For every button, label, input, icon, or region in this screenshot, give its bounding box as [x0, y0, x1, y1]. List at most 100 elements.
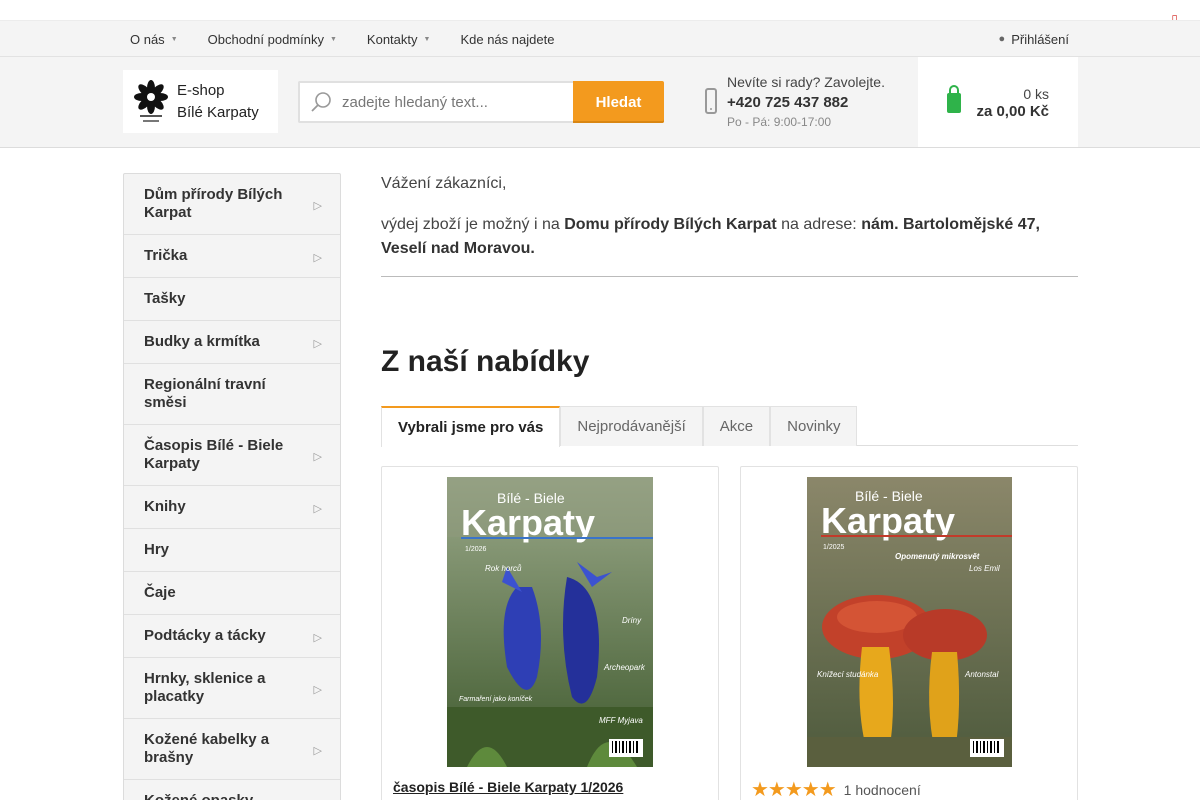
contact-headline: Nevíte si rady? Zavolejte.	[727, 74, 885, 90]
pickup-notice: výdej zboží je možný i na Domu přírody B…	[381, 213, 1078, 261]
logo[interactable]: E-shop Bílé Karpaty	[123, 70, 278, 133]
logo-text: E-shop Bílé Karpaty	[177, 80, 259, 124]
sidebar-item-label: Hrnky, sklenice a placatky	[144, 670, 266, 705]
chevron-right-icon: ▷	[313, 451, 322, 463]
chevron-down-icon: ▼	[170, 35, 178, 43]
sidebar-item-dum-prirody[interactable]: Dům přírody Bílých Karpat ▷	[124, 174, 340, 235]
sidebar-item-knihy[interactable]: Knihy ▷	[124, 486, 340, 529]
sidebar-item-podtacky[interactable]: Podtácky a tácky ▷	[124, 615, 340, 658]
section-title: Z naší nabídky	[381, 345, 590, 378]
topnav-item-label: Obchodní podmínky	[207, 31, 324, 47]
chevron-right-icon: ▷	[313, 200, 322, 212]
tab-akce[interactable]: Akce	[702, 406, 771, 446]
sidebar-item-label: Regionální travní směsi	[144, 376, 266, 411]
greeting-text: Vážení zákazníci,	[381, 175, 507, 192]
cover-label: Antonstal	[964, 670, 999, 679]
product-card[interactable]: Bílé - Biele Karpaty 1/2025 Opomenutý mi…	[740, 466, 1078, 800]
chevron-down-icon: ▼	[329, 35, 337, 43]
divider	[381, 276, 1078, 277]
cover-label: Dríny	[622, 616, 642, 625]
sidebar-item-opasky[interactable]: Kožené opasky	[124, 780, 340, 800]
chevron-right-icon: ▷	[313, 684, 322, 696]
cover-issue: 1/2026	[465, 546, 487, 553]
sidebar-item-tasky[interactable]: Tašky	[124, 278, 340, 321]
chevron-right-icon: ▷	[313, 252, 322, 264]
cover-label: Archeopark	[603, 663, 646, 672]
cover-label: MFF Myjava	[599, 716, 643, 725]
product-name-link[interactable]: časopis Bílé - Biele Karpaty 1/2026	[393, 779, 623, 795]
top-navigation: O nás ▼ Obchodní podmínky ▼ Kontakty ▼ K…	[0, 20, 1200, 57]
topnav-item-obchodni-podminky[interactable]: Obchodní podmínky ▼	[208, 32, 337, 47]
product-grid: Bílé - Biele Karpaty 1/2026 Rok horců Dr…	[381, 466, 1078, 800]
star-rating-icon: ★★★★★	[751, 779, 837, 800]
notice-place: Domu přírody Bílých Karpat	[564, 216, 777, 233]
cover-label: Opomenutý mikrosvět	[895, 552, 980, 561]
user-icon: ●	[998, 33, 1006, 45]
sidebar-item-label: Hry	[144, 541, 170, 558]
product-card[interactable]: Bílé - Biele Karpaty 1/2026 Rok horců Dr…	[381, 466, 719, 800]
cart-total: za 0,00 Kč	[976, 103, 1049, 120]
cover-label: Farmaření jako koníček	[459, 696, 533, 703]
topnav-item-o-nas[interactable]: O nás ▼	[130, 32, 178, 47]
sidebar-item-budky[interactable]: Budky a krmítka ▷	[124, 321, 340, 364]
category-sidebar: Dům přírody Bílých Karpat ▷ Trička ▷ Taš…	[123, 173, 341, 800]
product-image[interactable]: Bílé - Biele Karpaty 1/2026 Rok horců Dr…	[447, 477, 653, 767]
login-link[interactable]: ● Přihlášení	[999, 21, 1069, 57]
tab-vybrali-jsme[interactable]: Vybrali jsme pro vás	[381, 406, 561, 447]
sidebar-item-label: Trička	[144, 247, 188, 264]
contact-hours: Po - Pá: 9:00-17:00	[727, 115, 832, 129]
search-icon	[310, 91, 332, 113]
flower-logo-icon	[131, 77, 171, 127]
topnav-menu: O nás ▼ Obchodní podmínky ▼ Kontakty ▼ K…	[130, 21, 584, 57]
contact-info: Nevíte si rady? Zavolejte. +420 725 437 …	[705, 74, 905, 134]
search-field-wrapper	[298, 81, 573, 123]
product-image[interactable]: Bílé - Biele Karpaty 1/2025 Opomenutý mi…	[807, 477, 1012, 767]
sidebar-item-label: Kožené kabelky a brašny	[144, 731, 270, 766]
tab-nejprodavanejsi[interactable]: Nejprodávanější	[560, 406, 703, 446]
sidebar-item-casopis[interactable]: Časopis Bílé - Biele Karpaty ▷	[124, 425, 340, 486]
chevron-right-icon: ▷	[313, 338, 322, 350]
sidebar-item-label: Časopis Bílé - Biele Karpaty	[144, 437, 284, 472]
sidebar-item-label: Dům přírody Bílých Karpat	[144, 186, 283, 221]
sidebar-item-travni-smesi[interactable]: Regionální travní směsi	[124, 364, 340, 425]
tab-novinky[interactable]: Novinky	[770, 406, 858, 446]
phone-icon	[705, 88, 717, 114]
cart-button[interactable]: 0 ks za 0,00 Kč	[918, 57, 1078, 147]
sidebar-item-hrnky[interactable]: Hrnky, sklenice a placatky ▷	[124, 658, 340, 719]
sidebar-item-label: Tašky	[144, 290, 186, 307]
main-content: Vážení zákazníci, výdej zboží je možný i…	[381, 173, 1078, 800]
cover-issue: 1/2025	[823, 544, 845, 551]
cover-label: Knížecí studánka	[817, 670, 879, 679]
cart-quantity: 0 ks	[1023, 86, 1049, 102]
topnav-item-label: O nás	[130, 31, 165, 47]
notice-part1: výdej zboží je možný i na	[381, 216, 565, 233]
sidebar-item-kabelky[interactable]: Kožené kabelky a brašny ▷	[124, 719, 340, 780]
logo-line1: E-shop	[177, 81, 225, 99]
sidebar-item-hry[interactable]: Hry	[124, 529, 340, 572]
sidebar-item-caje[interactable]: Čaje	[124, 572, 340, 615]
offer-tabs: Vybrali jsme pro vás Nejprodávanější Akc…	[381, 406, 1078, 447]
header: E-shop Bílé Karpaty Hledat Nevíte si rad…	[0, 57, 1200, 148]
sidebar-item-label: Čaje	[144, 584, 176, 601]
topnav-item-label: Kontakty	[366, 31, 418, 47]
chevron-right-icon: ▷	[313, 745, 322, 757]
cover-masthead: Karpaty	[461, 502, 595, 543]
search-button[interactable]: Hledat	[573, 81, 664, 123]
search-input[interactable]	[342, 93, 562, 111]
chevron-right-icon: ▷	[313, 503, 322, 515]
top-strip: ▯	[0, 0, 1200, 26]
sidebar-item-label: Kožené opasky	[144, 792, 253, 800]
logo-line2: Bílé Karpaty	[177, 103, 259, 121]
sidebar-item-tricka[interactable]: Trička ▷	[124, 235, 340, 278]
cover-masthead: Karpaty	[821, 500, 955, 541]
topnav-item-kontakty[interactable]: Kontakty ▼	[367, 32, 431, 47]
login-label: Přihlášení	[1011, 31, 1069, 47]
notice-part2: na adrese:	[776, 216, 862, 233]
sidebar-item-label: Podtácky a tácky	[144, 627, 266, 644]
rating-count: 1 hodnocení	[843, 781, 921, 798]
contact-phone[interactable]: +420 725 437 882	[727, 94, 848, 111]
cover-label: Rok horců	[485, 564, 522, 573]
topnav-item-kde-nas-najdete[interactable]: Kde nás najdete	[460, 32, 554, 47]
product-rating[interactable]: ★★★★★ 1 hodnocení	[751, 777, 921, 800]
sidebar-item-label: Budky a krmítka	[144, 333, 260, 350]
